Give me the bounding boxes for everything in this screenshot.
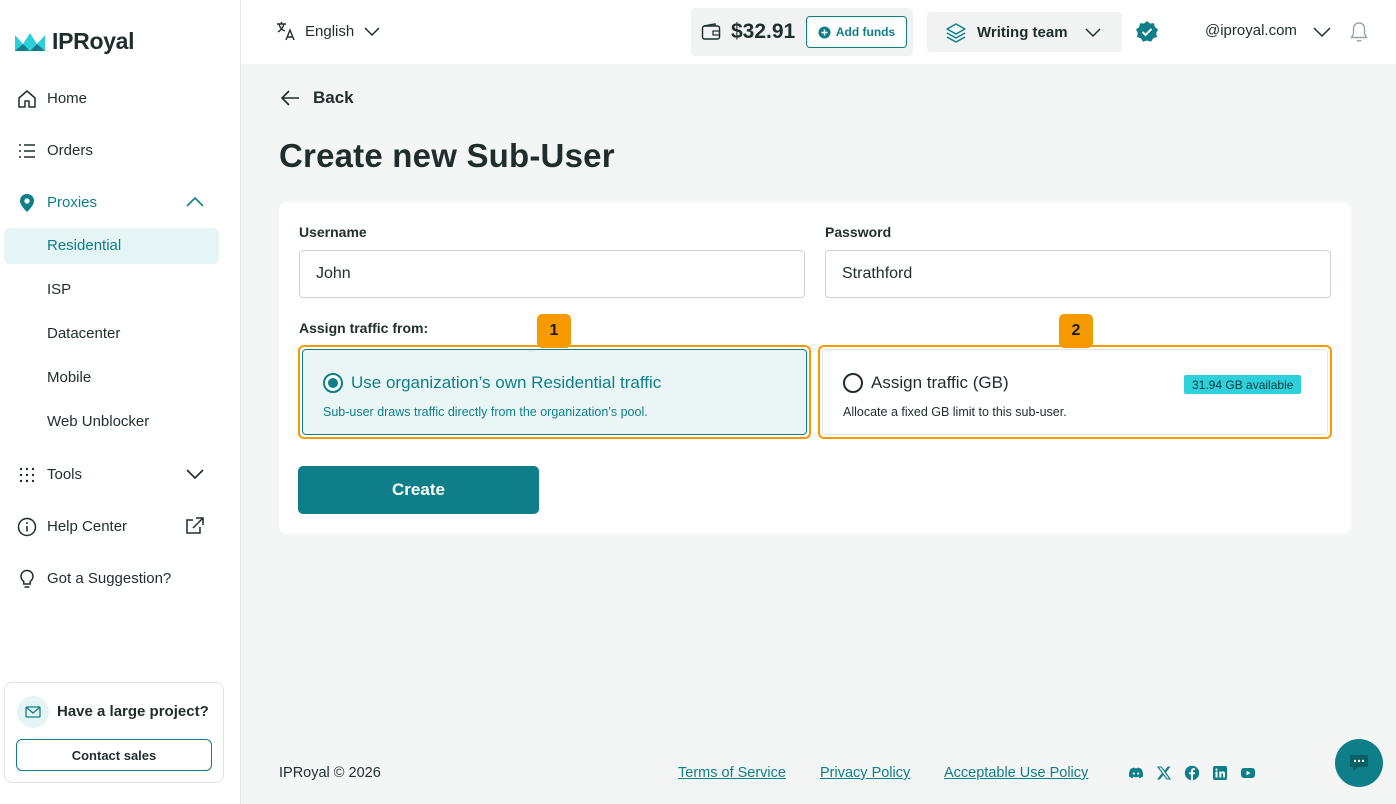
location-pin-icon — [20, 194, 34, 212]
sidebar-subitem-label: Datacenter — [47, 325, 121, 342]
username-label: Username — [299, 224, 367, 240]
username-input[interactable] — [299, 250, 805, 298]
promo-title: Have a large project? — [57, 703, 209, 720]
sidebar-item-help-center[interactable]: Help Center — [0, 508, 240, 544]
team-selector[interactable]: Writing team — [927, 12, 1122, 52]
annotation-badge-2: 2 — [1059, 314, 1093, 348]
create-button[interactable]: Create — [298, 466, 539, 514]
external-link-icon — [186, 517, 204, 534]
option-organization-traffic-inner: Use organization’s own Residential traff… — [302, 349, 807, 435]
back-link[interactable]: Back — [279, 88, 354, 108]
assign-traffic-label: Assign traffic from: — [299, 320, 429, 336]
balance-amount: $32.91 — [731, 20, 796, 43]
large-project-card: Have a large project? Contact sales — [4, 682, 224, 783]
sidebar-item-suggestion[interactable]: Got a Suggestion? — [0, 560, 240, 596]
option-title: Use organization’s own Residential traff… — [351, 373, 662, 392]
chevron-up-icon[interactable] — [184, 193, 206, 211]
terms-of-service-link[interactable]: Terms of Service — [678, 765, 786, 781]
account-email[interactable]: @iproyal.com — [1205, 22, 1297, 39]
sidebar-subitem-label: Mobile — [47, 369, 92, 386]
youtube-icon[interactable] — [1240, 765, 1256, 781]
option-description: Sub-user draws traffic directly from the… — [323, 405, 648, 419]
chat-launcher-button[interactable] — [1335, 739, 1383, 787]
home-icon — [18, 90, 36, 108]
sidebar-subitem-label: Web Unblocker — [47, 413, 150, 430]
chevron-down-icon[interactable] — [1311, 22, 1333, 42]
layers-icon — [946, 23, 966, 43]
privacy-policy-link[interactable]: Privacy Policy — [820, 765, 910, 781]
language-label: English — [305, 22, 355, 40]
sidebar-item-label: Home — [47, 89, 88, 107]
list-icon — [19, 144, 35, 158]
footer-copyright: IPRoyal © 2026 — [279, 765, 381, 781]
password-label: Password — [825, 224, 892, 240]
sidebar-item-label: Tools — [47, 465, 83, 483]
chevron-down-icon — [1085, 28, 1101, 38]
sidebar-subitem-datacenter[interactable]: Datacenter — [0, 316, 240, 352]
plus-circle-icon — [818, 26, 831, 38]
brand-name: IPRoyal — [52, 28, 135, 54]
password-input[interactable] — [825, 250, 1331, 298]
sidebar-subitem-mobile[interactable]: Mobile — [0, 360, 240, 396]
wallet-balance: $32.91 Add funds — [691, 8, 913, 56]
top-bar: English $32.91 Add funds Writing team @i… — [241, 0, 1396, 64]
radio-assign-traffic-gb[interactable] — [843, 373, 863, 393]
sidebar-subitem-label: ISP — [47, 281, 72, 298]
team-name: Writing team — [977, 24, 1068, 41]
option-assign-traffic-gb-inner: Assign traffic (GB) 31.94 GB available A… — [822, 349, 1328, 435]
sidebar-item-orders[interactable]: Orders — [0, 132, 240, 168]
brand-logo[interactable]: IPRoyal — [14, 28, 135, 55]
discord-icon[interactable] — [1128, 765, 1144, 781]
verified-badge-icon — [1136, 21, 1158, 42]
option-organization-traffic[interactable]: Use organization’s own Residential traff… — [298, 345, 811, 439]
radio-organization-traffic[interactable] — [323, 373, 343, 393]
add-funds-button[interactable]: Add funds — [806, 16, 907, 48]
linkedin-icon[interactable] — [1212, 765, 1228, 781]
translate-icon — [277, 22, 295, 41]
page-title: Create new Sub-User — [279, 137, 615, 174]
bell-icon[interactable] — [1348, 20, 1370, 44]
chat-bubble-icon — [1350, 755, 1368, 771]
chevron-down-icon[interactable] — [184, 465, 206, 483]
sidebar-subitem-label: Residential — [47, 237, 122, 254]
info-icon — [17, 517, 37, 537]
add-funds-label: Add funds — [835, 25, 896, 39]
lightbulb-icon — [20, 569, 34, 588]
sidebar-subitem-isp[interactable]: ISP — [0, 272, 240, 308]
annotation-badge-1: 1 — [537, 314, 571, 348]
acceptable-use-policy-link[interactable]: Acceptable Use Policy — [944, 765, 1088, 781]
sidebar-item-label: Help Center — [47, 517, 128, 535]
grid-dots-icon — [19, 467, 35, 483]
create-subuser-form: Username Password Assign traffic from: U… — [279, 202, 1351, 534]
sidebar-item-home[interactable]: Home — [0, 80, 240, 116]
language-selector[interactable]: English — [275, 20, 382, 42]
chevron-down-icon — [364, 27, 380, 37]
crown-logo-icon — [15, 32, 45, 51]
contact-sales-button[interactable]: Contact sales — [16, 739, 212, 771]
available-traffic-badge: 31.94 GB available — [1184, 375, 1302, 394]
sidebar-item-label: Proxies — [47, 193, 98, 211]
arrow-left-icon — [280, 90, 299, 106]
sidebar-item-tools[interactable]: Tools — [0, 456, 240, 492]
option-description: Allocate a fixed GB limit to this sub-us… — [843, 405, 1067, 419]
sidebar-subitem-residential[interactable]: Residential — [4, 228, 219, 264]
option-title: Assign traffic (GB) — [871, 373, 1009, 392]
sidebar-item-label: Orders — [47, 141, 93, 159]
sidebar-subitem-web-unblocker[interactable]: Web Unblocker — [0, 404, 240, 440]
mail-icon — [17, 696, 49, 728]
back-label: Back — [313, 88, 354, 107]
sidebar: IPRoyal Home Orders Proxies Residential … — [0, 0, 241, 804]
facebook-icon[interactable] — [1184, 765, 1200, 781]
wallet-icon — [701, 23, 721, 40]
option-assign-traffic-gb[interactable]: Assign traffic (GB) 31.94 GB available A… — [818, 345, 1332, 439]
x-twitter-icon[interactable] — [1156, 765, 1172, 781]
sidebar-item-label: Got a Suggestion? — [47, 569, 172, 587]
sidebar-item-proxies[interactable]: Proxies — [0, 184, 240, 220]
